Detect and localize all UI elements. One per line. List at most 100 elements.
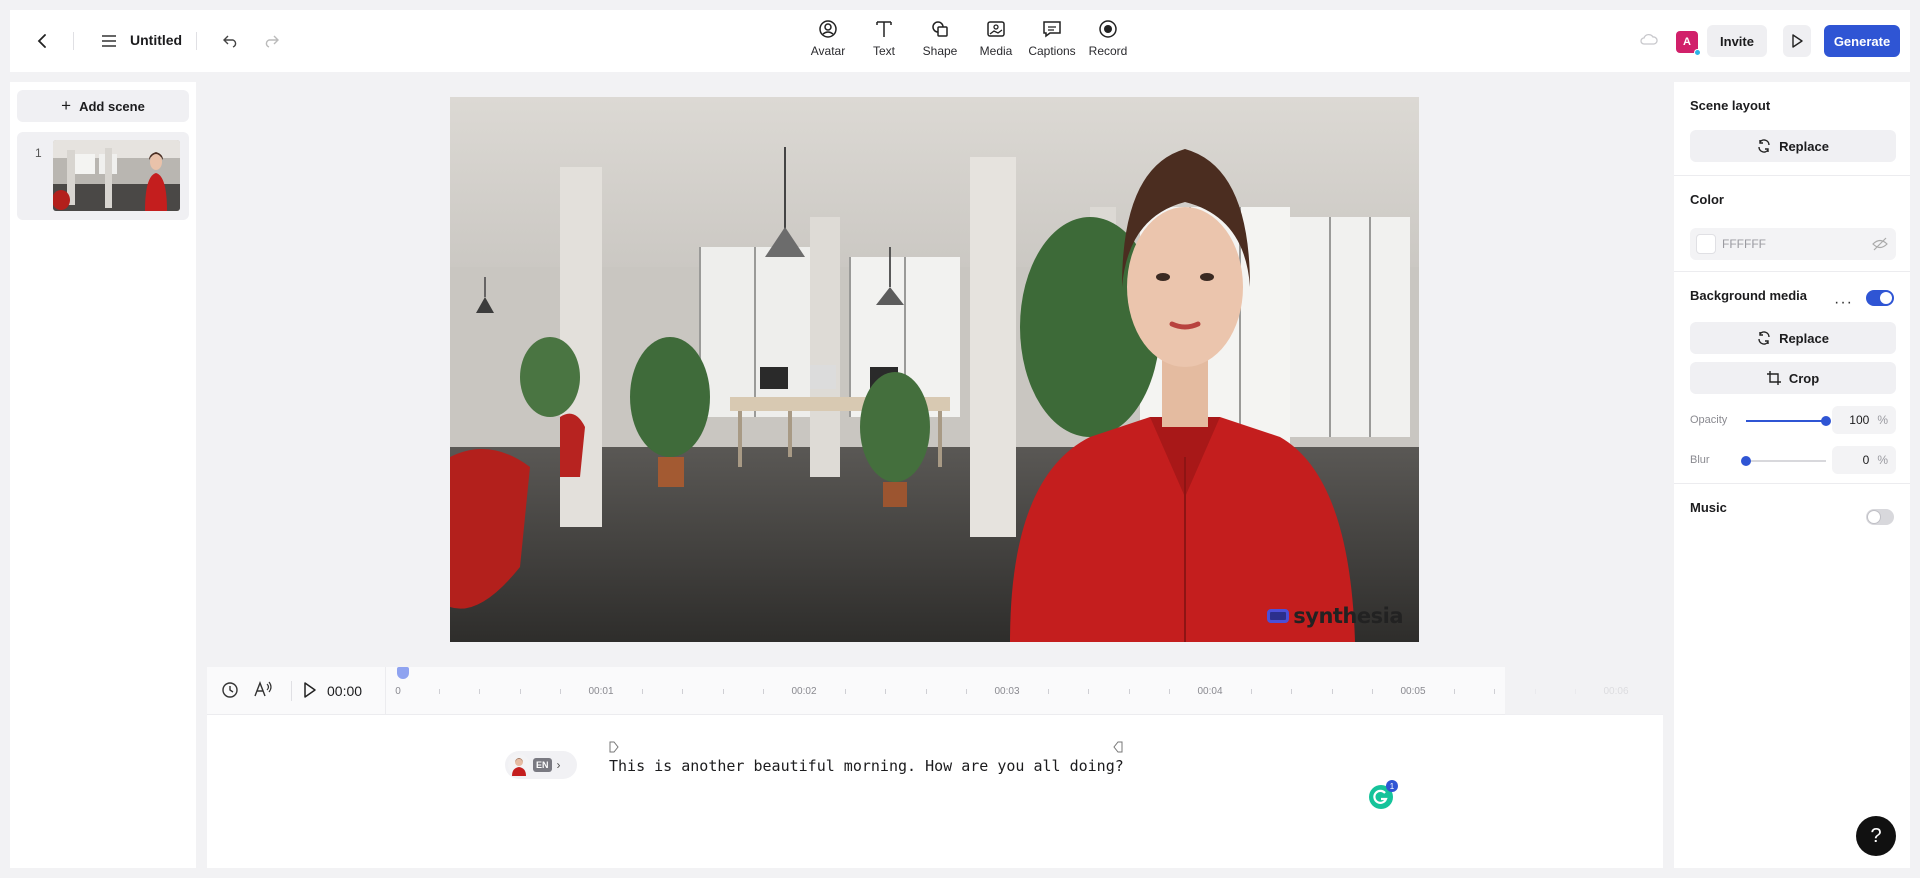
ruler-tick — [682, 689, 684, 694]
avatar-voice-chip[interactable]: EN › — [505, 751, 577, 779]
preview-button[interactable] — [1783, 25, 1811, 57]
tool-captions[interactable]: Captions — [1024, 18, 1080, 64]
tool-label: Captions — [1028, 44, 1076, 58]
grammarly-count: 1 — [1386, 780, 1398, 792]
background-media-toggle[interactable] — [1866, 290, 1894, 306]
ruler-tick — [885, 689, 887, 694]
undo-button[interactable] — [216, 26, 246, 56]
tool-shape[interactable]: Shape — [912, 18, 968, 64]
blur-value: 0 — [1862, 453, 1870, 467]
scene-number: 1 — [35, 146, 42, 160]
percent-sign: % — [1877, 453, 1888, 467]
color-input[interactable]: FFFFFF — [1690, 228, 1896, 260]
tool-label: Record — [1088, 44, 1128, 58]
timeline-overflow-shade — [1505, 667, 1663, 715]
ruler-tick — [966, 689, 968, 694]
music-title: Music — [1690, 500, 1727, 515]
ruler-tick — [1250, 689, 1252, 694]
blur-slider[interactable] — [1741, 456, 1826, 466]
clock-button[interactable] — [221, 681, 239, 704]
blur-input[interactable]: 0 % — [1832, 446, 1896, 474]
slider-fill — [1746, 420, 1826, 422]
refresh-icon — [1758, 139, 1770, 153]
current-time: 00:00 — [327, 683, 363, 699]
replace-label: Replace — [1779, 138, 1829, 154]
ruler-tick — [1128, 689, 1130, 694]
replace-label: Replace — [1779, 330, 1829, 346]
play-icon — [1792, 34, 1803, 48]
opacity-slider[interactable] — [1746, 416, 1831, 426]
play-icon — [304, 682, 316, 698]
project-title[interactable]: Untitled — [130, 32, 182, 48]
color-swatch[interactable] — [1696, 234, 1716, 254]
toggle-knob — [1880, 292, 1892, 304]
menu-button[interactable] — [94, 26, 124, 56]
scenes-panel: + Add scene 1 — [10, 82, 196, 868]
voice-button[interactable] — [253, 680, 273, 703]
avatar-letter: A — [1683, 36, 1691, 48]
tool-label: Media — [979, 44, 1013, 58]
more-options-icon[interactable]: ··· — [1834, 294, 1853, 312]
user-avatar[interactable]: A — [1676, 31, 1701, 56]
slider-thumb[interactable] — [1821, 416, 1831, 426]
ruler-tick — [560, 689, 562, 694]
opacity-input[interactable]: 100 % — [1832, 406, 1896, 434]
playhead-handle[interactable] — [397, 667, 409, 679]
ruler-tick — [1331, 689, 1333, 694]
ruler-tick — [844, 689, 846, 694]
tool-text[interactable]: Text — [856, 18, 912, 64]
back-button[interactable] — [28, 26, 58, 56]
music-toggle[interactable] — [1866, 509, 1894, 525]
ruler-tick — [519, 689, 521, 694]
ruler-tick — [1494, 689, 1496, 694]
tool-media[interactable]: Media — [968, 18, 1024, 64]
percent-sign: % — [1877, 413, 1888, 427]
crop-button[interactable]: Crop — [1690, 362, 1896, 394]
tool-avatar[interactable]: Avatar — [800, 18, 856, 64]
redo-button[interactable] — [256, 26, 286, 56]
replace-layout-button[interactable]: Replace — [1690, 130, 1896, 162]
script-end-marker — [1113, 740, 1123, 758]
invite-button[interactable]: Invite — [1707, 25, 1767, 57]
undo-icon — [223, 35, 237, 48]
tool-label: Avatar — [810, 44, 846, 58]
voice-icon — [254, 681, 272, 697]
script-start-marker — [609, 740, 619, 758]
generate-button[interactable]: Generate — [1824, 25, 1900, 57]
divider — [73, 32, 74, 50]
timeline-play-button[interactable] — [303, 681, 317, 704]
toggle-knob — [1868, 511, 1880, 523]
avatar-thumbnail — [508, 754, 530, 776]
ruler-tick — [1453, 689, 1455, 694]
help-button[interactable]: ? — [1856, 816, 1896, 856]
ruler-tick — [1169, 689, 1171, 694]
ruler-label: 00:04 — [1197, 686, 1223, 697]
ruler-tick — [1372, 689, 1374, 694]
ruler-label: 00:02 — [791, 686, 817, 697]
ruler-label: 00:01 — [588, 686, 614, 697]
watermark-text: synthesia — [1293, 604, 1403, 628]
divider — [291, 681, 292, 701]
slider-thumb[interactable] — [1741, 456, 1751, 466]
ruler-tick — [438, 689, 440, 694]
add-scene-button[interactable]: + Add scene — [17, 90, 189, 122]
scene-canvas[interactable]: synthesia — [450, 97, 1419, 642]
shape-icon — [932, 21, 948, 37]
timeline-ruler[interactable]: 000:0100:0200:0300:0400:0500:06 — [385, 667, 1663, 715]
background-image — [450, 97, 1419, 642]
record-icon — [1099, 20, 1117, 38]
replace-media-button[interactable]: Replace — [1690, 322, 1896, 354]
media-icon — [987, 21, 1005, 37]
ruler-tick — [925, 689, 927, 694]
ruler-tick — [479, 689, 481, 694]
scene-card[interactable]: 1 — [17, 132, 189, 220]
background-media-title: Background media — [1690, 288, 1808, 303]
avatar-icon — [819, 20, 837, 38]
opacity-label: Opacity — [1690, 414, 1728, 426]
script-editor[interactable]: This is another beautiful morning. How a… — [609, 757, 1124, 775]
grammarly-button[interactable]: 1 — [1368, 780, 1398, 810]
eye-off-icon[interactable] — [1872, 237, 1888, 251]
tool-record[interactable]: Record — [1080, 18, 1136, 64]
text-icon — [876, 21, 892, 37]
refresh-icon — [1758, 331, 1770, 345]
